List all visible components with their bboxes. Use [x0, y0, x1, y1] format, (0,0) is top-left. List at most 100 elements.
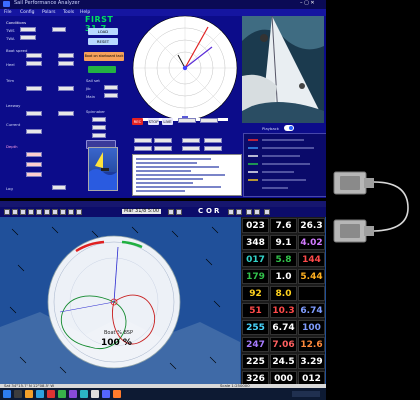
tool-icon-14[interactable]	[236, 209, 242, 215]
tool-icon-10[interactable]	[76, 209, 82, 215]
window-controls[interactable]: – ▢ ✕	[300, 1, 315, 6]
chart-title-bar	[0, 201, 326, 207]
grid-field-8[interactable]	[204, 146, 222, 151]
tws-alt-field[interactable]	[52, 27, 66, 32]
polar-plot	[132, 15, 238, 121]
menu-config[interactable]: Config	[20, 10, 34, 15]
start-icon[interactable]	[3, 390, 11, 398]
waves-field[interactable]	[26, 172, 42, 177]
grid-field-3[interactable]	[182, 138, 200, 143]
playback-toggle[interactable]	[284, 125, 294, 131]
instrument-cell: 92	[242, 286, 269, 301]
live-button[interactable]: LIVE	[162, 118, 173, 125]
grid-field-4[interactable]	[204, 138, 222, 143]
spinnaker-field[interactable]	[92, 117, 106, 122]
heel-field[interactable]	[26, 61, 42, 66]
tool-icon-5[interactable]	[36, 209, 42, 215]
label-main: Main	[86, 94, 96, 99]
grid-field-2[interactable]	[154, 138, 172, 143]
tool-icon-4[interactable]	[28, 209, 34, 215]
tool-icon-16[interactable]	[254, 209, 260, 215]
gennaker-field[interactable]	[92, 125, 106, 130]
tool-icon-9[interactable]	[68, 209, 74, 215]
tws-field[interactable]	[20, 27, 36, 32]
instrument-cell: 1.0	[270, 269, 297, 284]
section-sail-set: Sail set	[86, 78, 100, 83]
app-icon-teal[interactable]	[80, 390, 88, 398]
depth-field[interactable]	[26, 152, 42, 157]
grid-field-7[interactable]	[182, 146, 200, 151]
current-field[interactable]	[26, 129, 42, 134]
tool-letter-r[interactable]: R	[214, 208, 219, 215]
instrument-cell: 8.0	[270, 286, 297, 301]
tool-icon-11[interactable]	[168, 209, 174, 215]
load-button[interactable]: LOAD	[88, 28, 118, 35]
grid-field-1[interactable]	[134, 138, 152, 143]
wave-chart	[88, 147, 118, 191]
tool-letter-c[interactable]: C	[198, 208, 203, 215]
twa-field[interactable]	[20, 35, 36, 40]
instrument-cell: 3.29	[298, 354, 325, 369]
grid-field-6[interactable]	[154, 146, 172, 151]
instrument-cell: 6.74	[270, 320, 297, 335]
reset-button[interactable]: RESET	[88, 38, 118, 45]
app-icon-purple[interactable]	[69, 390, 77, 398]
tool-icon-17[interactable]	[264, 209, 270, 215]
leeway-field[interactable]	[26, 111, 42, 116]
app-icon-white[interactable]	[91, 390, 99, 398]
polar-text: Boat % BSP	[104, 330, 133, 336]
event-log[interactable]	[132, 154, 242, 196]
tool-icon-15[interactable]	[246, 209, 252, 215]
system-tray[interactable]	[292, 391, 320, 397]
log-field[interactable]	[26, 162, 42, 167]
tool-icon-3[interactable]	[20, 209, 26, 215]
tool-icon-7[interactable]	[52, 209, 58, 215]
wave-graphic	[89, 152, 117, 190]
label-heel: Heel	[6, 62, 15, 67]
tool-icon-8[interactable]	[60, 209, 66, 215]
search-icon[interactable]	[14, 390, 22, 398]
app-icon-green[interactable]	[58, 390, 66, 398]
instrument-cell: 247	[242, 337, 269, 352]
app-icon-red[interactable]	[47, 390, 55, 398]
jib-field[interactable]	[104, 85, 118, 90]
serial-cable-graphic	[333, 171, 409, 243]
playback-speed-field[interactable]	[178, 118, 196, 123]
menu-file[interactable]: File	[4, 10, 12, 15]
stop-button[interactable]: STOP	[148, 118, 159, 125]
playback-time-field[interactable]	[200, 118, 218, 123]
trim-target-field[interactable]	[58, 86, 74, 91]
tool-icon-2[interactable]	[12, 209, 18, 215]
menu-tools[interactable]: Tools	[63, 10, 74, 15]
event-log-lines	[136, 158, 225, 192]
tool-icon-1[interactable]	[4, 209, 10, 215]
folder-icon[interactable]	[25, 390, 33, 398]
bsp-target-field[interactable]	[58, 53, 74, 58]
grid-field-5[interactable]	[134, 146, 152, 151]
app-icon-orange[interactable]	[113, 390, 121, 398]
toggle-knob	[289, 126, 293, 130]
rec-button[interactable]: REC	[132, 118, 143, 125]
heel-target-field[interactable]	[58, 61, 74, 66]
chart-map[interactable]	[0, 217, 240, 387]
trim-field[interactable]	[26, 86, 42, 91]
label-jib: Jib	[86, 86, 91, 91]
instrument-panel: 023 7.6 26.3 348 9.1 4.02 017 5.8 144 179 1.0 5.44 9…	[241, 217, 325, 387]
tool-icon-6[interactable]	[44, 209, 50, 215]
chart-toolbar: Mar 31/8 5:00 C O R	[0, 201, 326, 217]
tool-icon-12[interactable]	[176, 209, 182, 215]
tool-icon-13[interactable]	[228, 209, 234, 215]
status-indicator	[88, 66, 116, 73]
tool-letter-o[interactable]: O	[206, 208, 212, 215]
time-display[interactable]: Mar 31/8 5:00	[122, 209, 162, 214]
reef-field[interactable]	[92, 133, 106, 138]
browser-icon[interactable]	[36, 390, 44, 398]
bsp-field[interactable]	[26, 53, 42, 58]
main-field[interactable]	[104, 93, 118, 98]
app-icon-blue[interactable]	[102, 390, 110, 398]
leeway-target-field[interactable]	[58, 111, 74, 116]
menu-polars[interactable]: Polars	[42, 10, 56, 15]
log-offset-field[interactable]	[52, 185, 66, 190]
instrument-cell: 348	[242, 235, 269, 250]
boat-state-button[interactable]: Boat on starboard tack	[84, 52, 124, 61]
